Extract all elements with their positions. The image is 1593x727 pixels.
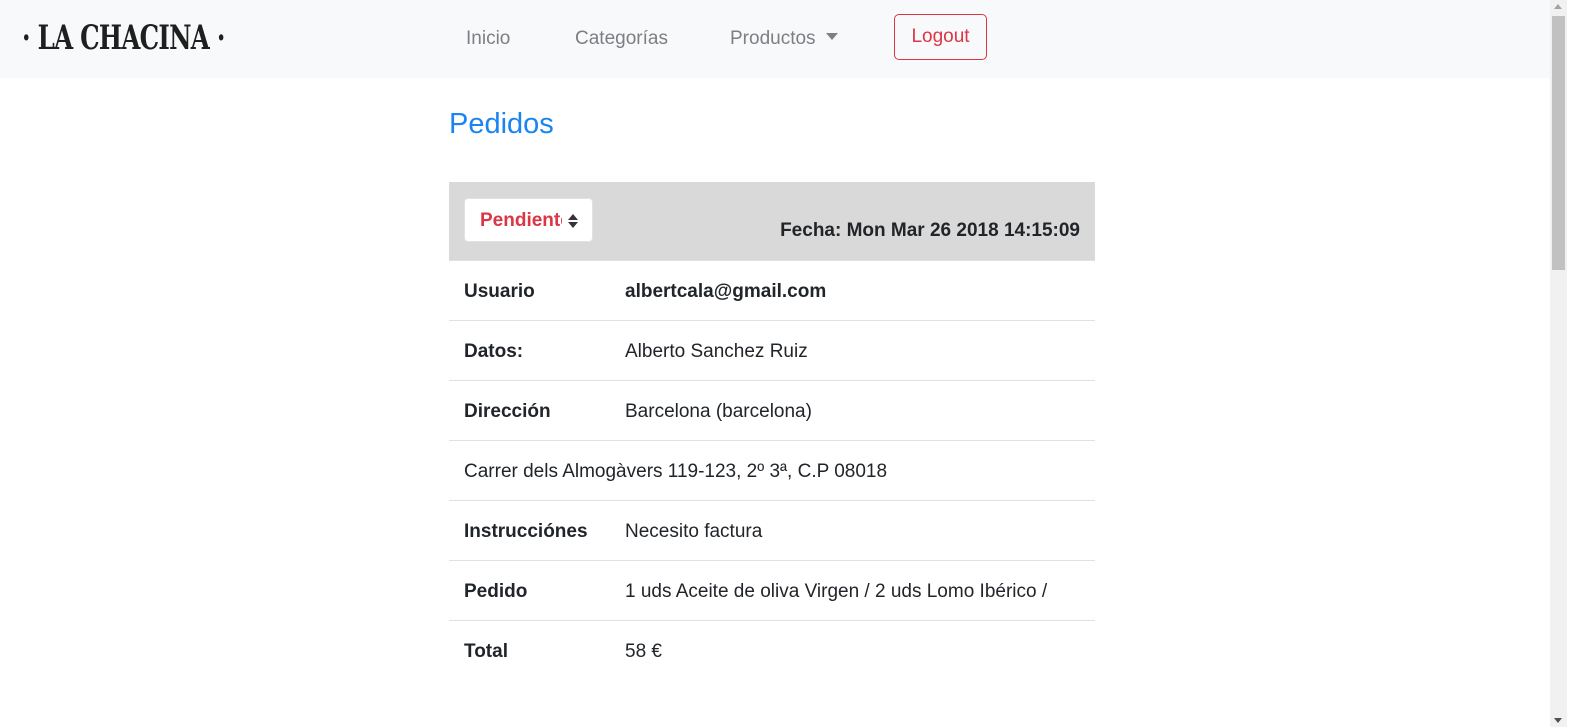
scroll-down-icon[interactable] bbox=[1554, 718, 1562, 723]
datos-label: Datos: bbox=[464, 341, 524, 362]
nav-link-inicio[interactable]: Inicio bbox=[466, 28, 510, 50]
sort-icon bbox=[568, 213, 578, 229]
total-label: Total bbox=[464, 641, 508, 662]
brand-logo[interactable]: · LA CHACINA · bbox=[22, 18, 225, 58]
scroll-up-icon[interactable] bbox=[1554, 4, 1562, 9]
row-datos: Datos: Alberto Sanchez Ruiz bbox=[449, 321, 1095, 381]
status-value: Pendiente bbox=[480, 210, 562, 231]
usuario-label: Usuario bbox=[464, 281, 535, 302]
order-date: Fecha: Mon Mar 26 2018 14:15:09 bbox=[780, 220, 1080, 241]
direccion-full: Carrer dels Almogàvers 119-123, 2º 3ª, C… bbox=[464, 461, 888, 482]
datos-value: Alberto Sanchez Ruiz bbox=[625, 341, 808, 362]
nav-dropdown-productos[interactable]: Productos bbox=[730, 28, 838, 50]
row-direccion: Dirección Barcelona (barcelona) bbox=[449, 381, 1095, 441]
scrollbar[interactable] bbox=[1550, 0, 1567, 727]
pedido-value: 1 uds Aceite de oliva Virgen / 2 uds Lom… bbox=[625, 581, 1048, 602]
status-select[interactable]: Pendiente bbox=[464, 198, 593, 242]
navbar: · LA CHACINA · Inicio Categorías Product… bbox=[0, 0, 1550, 78]
logout-button[interactable]: Logout bbox=[894, 14, 987, 60]
direccion-value: Barcelona (barcelona) bbox=[625, 401, 812, 422]
order-header: Pendiente Fecha: Mon Mar 26 2018 14:15:0… bbox=[449, 182, 1095, 261]
nav-link-productos-label: Productos bbox=[730, 28, 816, 49]
row-usuario: Usuario albertcala@gmail.com bbox=[449, 261, 1095, 321]
order-card: Pendiente Fecha: Mon Mar 26 2018 14:15:0… bbox=[449, 182, 1095, 680]
instrucciones-value: Necesito factura bbox=[625, 521, 763, 542]
nav-link-categorias[interactable]: Categorías bbox=[575, 28, 668, 50]
page-title: Pedidos bbox=[449, 108, 554, 140]
row-total: Total 58 € bbox=[449, 621, 1095, 680]
instrucciones-label: Instrucciónes bbox=[464, 521, 588, 542]
usuario-value: albertcala@gmail.com bbox=[625, 281, 827, 302]
row-instrucciones: Instrucciónes Necesito factura bbox=[449, 501, 1095, 561]
scroll-thumb[interactable] bbox=[1552, 16, 1565, 270]
direccion-label: Dirección bbox=[464, 401, 551, 422]
total-value: 58 € bbox=[625, 641, 662, 662]
caret-down-icon bbox=[825, 33, 838, 40]
row-direccion-full: Carrer dels Almogàvers 119-123, 2º 3ª, C… bbox=[449, 441, 1095, 501]
pedido-label: Pedido bbox=[464, 581, 528, 602]
row-pedido: Pedido 1 uds Aceite de oliva Virgen / 2 … bbox=[449, 561, 1095, 621]
